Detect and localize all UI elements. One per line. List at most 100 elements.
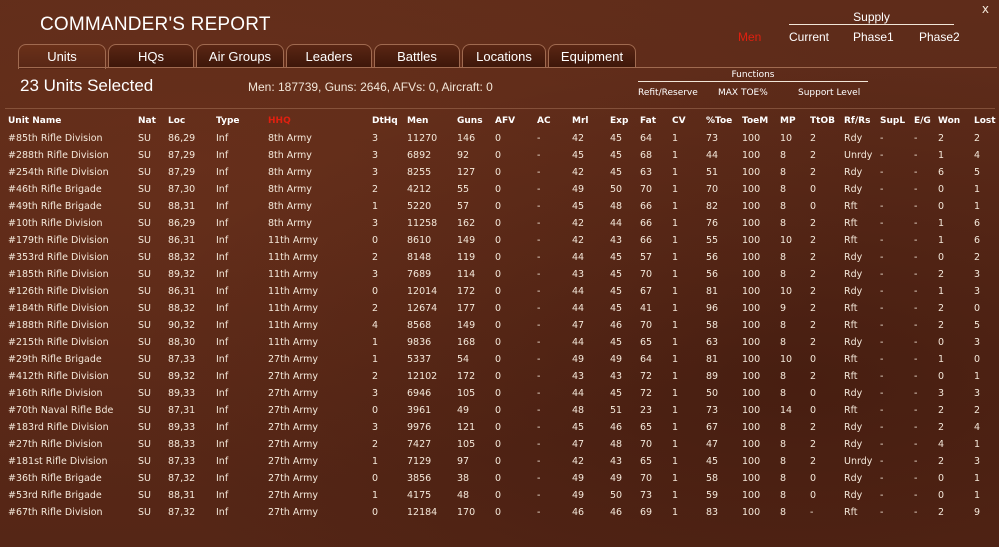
cell-unit-name[interactable]: #27th Rifle Division xyxy=(4,436,134,453)
cell-supl: - xyxy=(880,388,884,399)
cell-unit-name[interactable]: #181st Rifle Division xyxy=(4,453,134,470)
table-row[interactable]: #254th Rifle Division SU 87,29 Inf 8th Army 3… xyxy=(4,164,998,181)
column-header-men[interactable]: Men xyxy=(403,112,453,130)
table-row[interactable]: #185th Rifle Division SU 89,32 Inf 11th Army… xyxy=(4,266,998,283)
cell-unit-name[interactable]: #16th Rifle Division xyxy=(4,385,134,402)
table-row[interactable]: #215th Rifle Division SU 88,30 Inf 11th Army… xyxy=(4,334,998,351)
tab-equipment[interactable]: Equipment xyxy=(548,44,636,67)
cell-unit-name[interactable]: #10th Rifle Division xyxy=(4,215,134,232)
cell-unit-name[interactable]: #85th Rifle Division xyxy=(4,130,134,147)
cell-afv: 0 xyxy=(495,405,502,416)
table-row[interactable]: #49th Rifle Brigade SU 88,31 Inf 8th Army 1 52… xyxy=(4,198,998,215)
column-header-dthq[interactable]: DtHq xyxy=(368,112,403,130)
column-header-afv[interactable]: AFV xyxy=(491,112,533,130)
table-row[interactable]: #70th Naval Rifle Bde SU 87,31 Inf 27th Army… xyxy=(4,402,998,419)
cell-hhq: 27th Army xyxy=(268,388,318,399)
cell-eg: - xyxy=(914,439,918,450)
column-header-supl[interactable]: SupL xyxy=(876,112,910,130)
table-row[interactable]: #412th Rifle Division SU 89,32 Inf 27th Army… xyxy=(4,368,998,385)
column-header-unit-name[interactable]: Unit Name xyxy=(4,112,134,130)
table-row[interactable]: #288th Rifle Division SU 87,29 Inf 8th Army 3… xyxy=(4,147,998,164)
men-supply-label[interactable]: Men xyxy=(738,30,761,44)
cell-unit-name[interactable]: #29th Rifle Brigade xyxy=(4,351,134,368)
supply-phase1[interactable]: Phase1 xyxy=(853,30,894,44)
column-header-loc[interactable]: Loc xyxy=(164,112,212,130)
table-row[interactable]: #53rd Rifle Brigade SU 88,31 Inf 27th Army 1 4… xyxy=(4,487,998,504)
column-header-ttob[interactable]: TtOB xyxy=(806,112,840,130)
tab-battles[interactable]: Battles xyxy=(374,44,460,67)
column-header-pct-toe[interactable]: %Toe xyxy=(702,112,738,130)
cell-fat: 67 xyxy=(640,286,653,297)
tab-units[interactable]: Units xyxy=(18,44,106,69)
table-row[interactable]: #27th Rifle Division SU 88,33 Inf 27th Army 2… xyxy=(4,436,998,453)
table-row[interactable]: #29th Rifle Brigade SU 87,33 Inf 27th Army 1 5… xyxy=(4,351,998,368)
cell-won: 1 xyxy=(938,354,945,365)
tab-locations[interactable]: Locations xyxy=(462,44,546,67)
table-row[interactable]: #36th Rifle Brigade SU 87,32 Inf 27th Army 0 3… xyxy=(4,470,998,487)
column-header-won[interactable]: Won xyxy=(934,112,970,130)
cell-unit-name[interactable]: #184th Rifle Division xyxy=(4,300,134,317)
table-header-row: Unit Name Nat Loc Type HHQ DtHq Men Guns AFV AC Mr… xyxy=(4,112,998,130)
cell-ttob: 2 xyxy=(810,218,817,229)
supply-phase2[interactable]: Phase2 xyxy=(919,30,960,44)
cell-eg: - xyxy=(914,184,918,195)
table-row[interactable]: #353rd Rifle Division SU 88,32 Inf 11th Army… xyxy=(4,249,998,266)
tab-hqs[interactable]: HQs xyxy=(108,44,194,67)
table-row[interactable]: #85th Rifle Division SU 86,29 Inf 8th Army 3 1… xyxy=(4,130,998,147)
tab-air-groups[interactable]: Air Groups xyxy=(196,44,284,67)
column-header-hhq[interactable]: HHQ xyxy=(264,112,368,130)
cell-unit-name[interactable]: #126th Rifle Division xyxy=(4,283,134,300)
table-row[interactable]: #126th Rifle Division SU 86,31 Inf 11th Army… xyxy=(4,283,998,300)
max-toe-button[interactable]: MAX TOE% xyxy=(718,88,768,98)
table-row[interactable]: #46th Rifle Brigade SU 87,30 Inf 8th Army 2 42… xyxy=(4,181,998,198)
cell-unit-name[interactable]: #288th Rifle Division xyxy=(4,147,134,164)
table-row[interactable]: #188th Rifle Division SU 90,32 Inf 11th Army… xyxy=(4,317,998,334)
refit-reserve-button[interactable]: Refit/Reserve xyxy=(638,88,698,98)
cell-unit-name[interactable]: #185th Rifle Division xyxy=(4,266,134,283)
table-row[interactable]: #181st Rifle Division SU 87,33 Inf 27th Army… xyxy=(4,453,998,470)
column-header-guns[interactable]: Guns xyxy=(453,112,491,130)
cell-cv: 1 xyxy=(672,167,679,178)
close-button[interactable]: x xyxy=(982,2,989,16)
column-header-nat[interactable]: Nat xyxy=(134,112,164,130)
cell-unit-name[interactable]: #353rd Rifle Division xyxy=(4,249,134,266)
cell-mp: 8 xyxy=(780,388,787,399)
cell-pct-toe: 56 xyxy=(706,269,719,280)
tab-leaders[interactable]: Leaders xyxy=(286,44,372,67)
column-header-cv[interactable]: CV xyxy=(668,112,702,130)
cell-afv: 0 xyxy=(495,201,502,212)
table-row[interactable]: #183rd Rifle Division SU 89,33 Inf 27th Army… xyxy=(4,419,998,436)
cell-unit-name[interactable]: #188th Rifle Division xyxy=(4,317,134,334)
cell-unit-name[interactable]: #36th Rifle Brigade xyxy=(4,470,134,487)
cell-unit-name[interactable]: #49th Rifle Brigade xyxy=(4,198,134,215)
cell-unit-name[interactable]: #215th Rifle Division xyxy=(4,334,134,351)
table-row[interactable]: #67th Rifle Division SU 87,32 Inf 27th Army 0… xyxy=(4,504,998,521)
column-header-toem[interactable]: ToeM xyxy=(738,112,776,130)
table-row[interactable]: #184th Rifle Division SU 88,32 Inf 11th Army… xyxy=(4,300,998,317)
column-header-mp[interactable]: MP xyxy=(776,112,806,130)
column-header-rf-rs[interactable]: Rf/Rs xyxy=(840,112,876,130)
cell-toem: 100 xyxy=(742,218,761,229)
supply-current[interactable]: Current xyxy=(789,30,829,44)
cell-mrl: 44 xyxy=(572,337,585,348)
cell-unit-name[interactable]: #46th Rifle Brigade xyxy=(4,181,134,198)
column-header-lost[interactable]: Lost xyxy=(970,112,998,130)
column-header-fat[interactable]: Fat xyxy=(636,112,668,130)
table-row[interactable]: #10th Rifle Division SU 86,29 Inf 8th Army 3 1… xyxy=(4,215,998,232)
column-header-ac[interactable]: AC xyxy=(533,112,568,130)
cell-unit-name[interactable]: #179th Rifle Division xyxy=(4,232,134,249)
column-header-eg[interactable]: E/G xyxy=(910,112,934,130)
column-header-mrl[interactable]: Mrl xyxy=(568,112,606,130)
cell-unit-name[interactable]: #67th Rifle Division xyxy=(4,504,134,521)
cell-unit-name[interactable]: #183rd Rifle Division xyxy=(4,419,134,436)
cell-unit-name[interactable]: #412th Rifle Division xyxy=(4,368,134,385)
cell-afv: 0 xyxy=(495,286,502,297)
cell-unit-name[interactable]: #254th Rifle Division xyxy=(4,164,134,181)
support-level-button[interactable]: Support Level xyxy=(798,88,860,98)
cell-unit-name[interactable]: #70th Naval Rifle Bde xyxy=(4,402,134,419)
column-header-type[interactable]: Type xyxy=(212,112,264,130)
cell-unit-name[interactable]: #53rd Rifle Brigade xyxy=(4,487,134,504)
table-row[interactable]: #179th Rifle Division SU 86,31 Inf 11th Army… xyxy=(4,232,998,249)
column-header-exp[interactable]: Exp xyxy=(606,112,636,130)
table-row[interactable]: #16th Rifle Division SU 89,33 Inf 27th Army 3… xyxy=(4,385,998,402)
